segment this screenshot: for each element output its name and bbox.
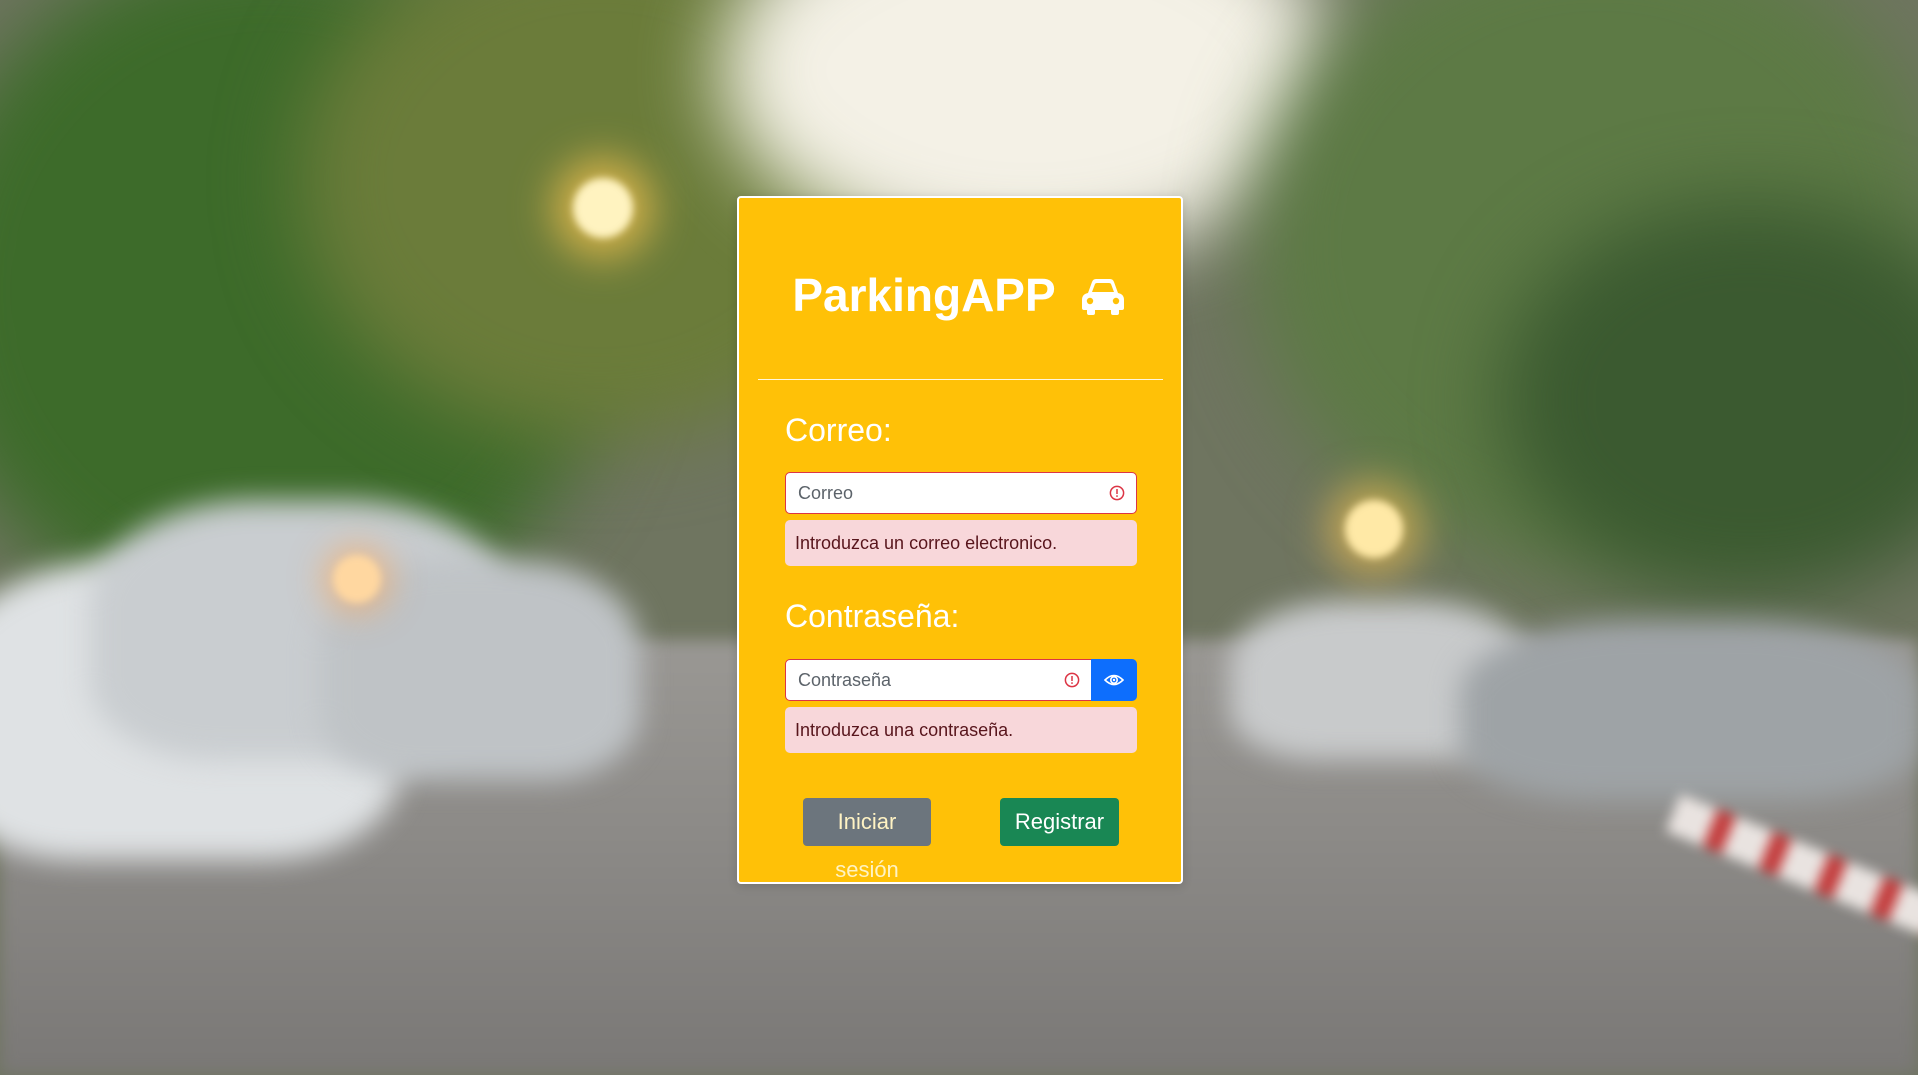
header-divider	[758, 379, 1163, 380]
password-error-message: Introduzca una contraseña.	[785, 707, 1137, 753]
email-label: Correo:	[785, 412, 892, 448]
password-input[interactable]	[798, 660, 1053, 700]
app-title: ParkingAPP	[792, 269, 1055, 321]
email-field[interactable]	[785, 472, 1137, 514]
login-button[interactable]: Iniciar sesión	[803, 798, 931, 882]
password-field[interactable]	[785, 659, 1092, 701]
login-card: ParkingAPP Correo: Introduzca un correo …	[737, 196, 1183, 884]
exclamation-circle-icon	[1064, 672, 1080, 688]
email-input[interactable]	[798, 473, 1098, 513]
app-header: ParkingAPP	[739, 268, 1181, 322]
eye-icon	[1104, 674, 1124, 686]
password-label: Contraseña:	[785, 598, 960, 634]
car-icon	[1081, 278, 1124, 315]
register-button[interactable]: Registrar	[1000, 798, 1119, 846]
toggle-password-visibility-button[interactable]	[1091, 659, 1137, 701]
email-error-message: Introduzca un correo electronico.	[785, 520, 1137, 566]
exclamation-circle-icon	[1109, 485, 1125, 501]
